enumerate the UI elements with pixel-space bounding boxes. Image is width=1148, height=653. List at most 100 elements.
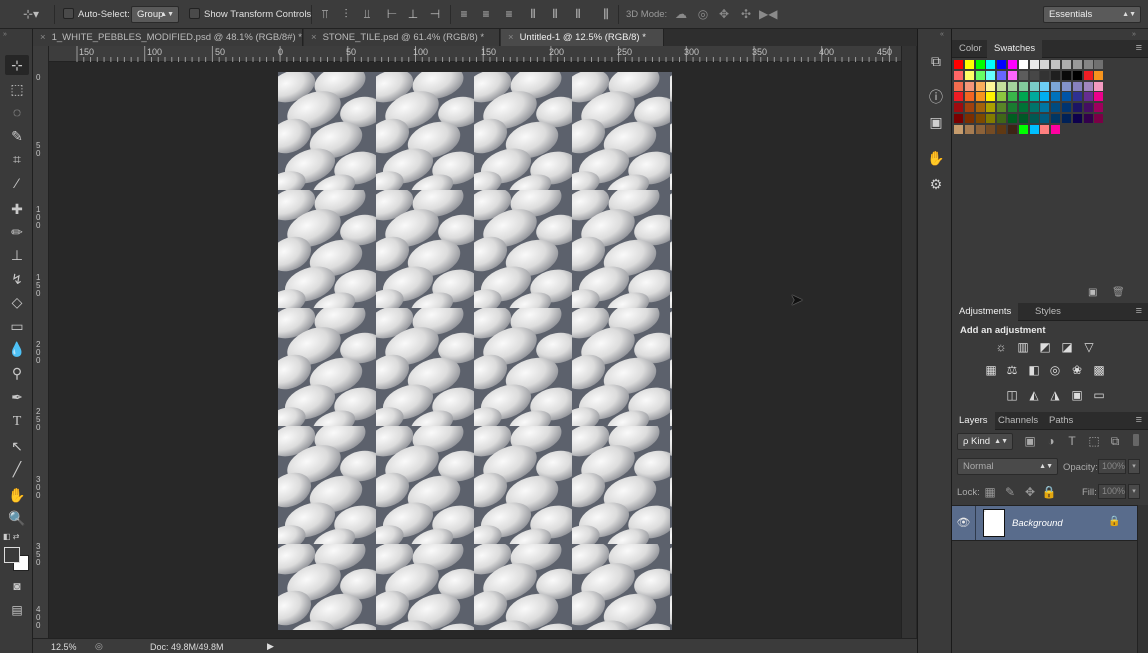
color-swatch[interactable] xyxy=(1029,81,1039,91)
color-swatch[interactable] xyxy=(1062,103,1071,113)
color-swatch[interactable] xyxy=(1072,103,1082,113)
color-swatch[interactable] xyxy=(1008,60,1017,69)
black-white-icon[interactable]: ◧ xyxy=(1026,363,1042,377)
show-transform-checkbox[interactable] xyxy=(189,8,200,19)
color-swatch[interactable] xyxy=(1008,103,1017,113)
color-swatch[interactable] xyxy=(1018,124,1028,134)
filter-shape-icon[interactable]: ⬚ xyxy=(1086,434,1102,448)
color-swatch[interactable] xyxy=(1051,92,1061,102)
zoom-level[interactable]: 12.5% xyxy=(51,642,77,652)
auto-select-dropdown[interactable]: Group ▲▼ xyxy=(131,6,179,23)
close-tab-icon[interactable]: × xyxy=(40,32,46,43)
color-balance-icon[interactable]: ⚖ xyxy=(1004,363,1020,377)
color-swatch[interactable] xyxy=(997,124,1007,134)
color-swatch[interactable] xyxy=(1018,70,1028,80)
align-top-icon[interactable]: ⫪ xyxy=(318,7,332,22)
tab-adjustments[interactable]: Adjustments xyxy=(952,303,1019,321)
clone-stamp-tool-icon[interactable]: ⊥ xyxy=(5,245,29,265)
tab-white-pebbles[interactable]: × 1_WHITE_PEBBLES_MODIFIED.psd @ 48.1% (R… xyxy=(33,29,303,46)
color-swatch[interactable] xyxy=(1094,81,1104,91)
color-swatch[interactable] xyxy=(1062,60,1071,69)
color-swatch[interactable] xyxy=(997,92,1007,102)
opacity-input[interactable]: 100% xyxy=(1098,459,1126,474)
color-swatch[interactable] xyxy=(954,70,963,80)
crop-tool-icon[interactable]: ⌗ xyxy=(5,149,29,169)
zoom-tool-icon[interactable]: 🔍 xyxy=(5,508,29,528)
color-swatch[interactable] xyxy=(964,70,974,80)
color-swatch[interactable] xyxy=(1072,60,1082,69)
color-swatch[interactable] xyxy=(1008,70,1017,80)
color-swatch[interactable] xyxy=(1094,60,1104,69)
color-swatch[interactable] xyxy=(997,103,1007,113)
3d-pan-icon[interactable]: ✥ xyxy=(716,7,732,22)
color-swatch[interactable] xyxy=(1094,103,1104,113)
color-swatch[interactable] xyxy=(1040,60,1050,69)
tab-styles[interactable]: Styles xyxy=(1028,303,1068,321)
align-bottom-icon[interactable]: ⫫ xyxy=(360,7,374,22)
color-swatch[interactable] xyxy=(1062,81,1071,91)
color-swatch[interactable] xyxy=(1094,92,1104,102)
opacity-slider-arrow-icon[interactable]: ▾ xyxy=(1128,459,1140,474)
collapse-panels-icon[interactable]: » xyxy=(1132,31,1136,38)
distribute-hcenter-icon[interactable]: ⦀ xyxy=(548,7,562,22)
history-panel-icon[interactable]: ⧉ xyxy=(926,52,946,70)
color-swatch[interactable] xyxy=(997,114,1007,123)
lock-all-icon[interactable]: 🔒 xyxy=(1041,485,1057,499)
default-colors-icon[interactable]: ◧ ⇄ xyxy=(3,532,19,541)
color-swatch[interactable] xyxy=(1029,103,1039,113)
fill-slider-arrow-icon[interactable]: ▾ xyxy=(1128,484,1140,499)
color-swatch[interactable] xyxy=(964,92,974,102)
pen-tool-icon[interactable]: ✒ xyxy=(5,387,29,407)
3d-orbit-icon[interactable]: ☁ xyxy=(673,7,689,22)
color-swatch[interactable] xyxy=(986,70,996,80)
color-swatch[interactable] xyxy=(964,60,974,69)
lock-transparent-icon[interactable]: ▦ xyxy=(982,485,998,499)
brush-presets-icon[interactable]: ⚙ xyxy=(926,175,946,193)
blur-tool-icon[interactable]: 💧 xyxy=(5,339,29,359)
color-swatch[interactable] xyxy=(1018,114,1028,123)
hue-saturation-icon[interactable]: ▦ xyxy=(983,363,999,377)
horizontal-ruler[interactable]: 150 100 50 0 50 100 150 200 250 300 350 … xyxy=(49,46,901,62)
color-swatch[interactable] xyxy=(1083,114,1093,123)
brush-tool-icon[interactable]: ✏ xyxy=(5,222,29,242)
distribute-vcenter-icon[interactable]: ≡ xyxy=(479,7,493,22)
filter-adjustment-icon[interactable]: ◑ xyxy=(1043,434,1059,448)
color-swatch[interactable] xyxy=(975,124,985,134)
panel-menu-icon[interactable]: ≡ xyxy=(1136,414,1142,426)
color-swatch[interactable] xyxy=(1083,70,1093,80)
color-swatch[interactable] xyxy=(1029,92,1039,102)
color-swatch[interactable] xyxy=(954,81,963,91)
color-swatch[interactable] xyxy=(954,60,963,69)
auto-align-icon[interactable]: ⫼ xyxy=(599,7,613,22)
align-vcenter-icon[interactable]: ⫶ xyxy=(339,7,353,22)
tab-stone-tile[interactable]: × STONE_TILE.psd @ 61.4% (RGB/8) * xyxy=(304,29,500,46)
color-swatch[interactable] xyxy=(1018,81,1028,91)
marquee-tool-icon[interactable]: ⬚ xyxy=(5,79,29,99)
color-swatch[interactable] xyxy=(1062,114,1071,123)
gradient-tool-icon[interactable]: ▭ xyxy=(5,316,29,336)
distribute-bottom-icon[interactable]: ≡ xyxy=(502,7,516,22)
color-swatch[interactable] xyxy=(1083,81,1093,91)
color-swatch[interactable] xyxy=(1040,103,1050,113)
color-swatch[interactable] xyxy=(954,92,963,102)
3d-slide-icon[interactable]: ✣ xyxy=(738,7,754,22)
eraser-tool-icon[interactable]: ◇ xyxy=(5,292,29,312)
color-swatch[interactable] xyxy=(964,114,974,123)
tab-layers[interactable]: Layers xyxy=(952,412,995,430)
color-swatch[interactable] xyxy=(1018,60,1028,69)
vertical-ruler[interactable]: 0 5 0 1 0 0 1 5 0 2 0 0 2 5 0 3 0 0 3 5 … xyxy=(33,46,49,638)
color-swatch[interactable] xyxy=(1083,60,1093,69)
color-swatch[interactable] xyxy=(986,103,996,113)
layer-name[interactable]: Background xyxy=(1012,518,1063,529)
color-swatch[interactable] xyxy=(1051,114,1061,123)
status-menu-arrow-icon[interactable]: ▶ xyxy=(267,641,274,652)
photo-filter-icon[interactable]: ◎ xyxy=(1047,363,1063,377)
workspace-dropdown[interactable]: Essentials ▲▼ xyxy=(1043,6,1141,23)
color-swatch[interactable] xyxy=(1040,114,1050,123)
color-swatch[interactable] xyxy=(1008,81,1017,91)
move-tool-preset-icon[interactable]: ⊹▾ xyxy=(18,7,44,22)
color-swatch[interactable] xyxy=(954,103,963,113)
healing-brush-tool-icon[interactable]: ✚ xyxy=(5,199,29,219)
color-swatch[interactable] xyxy=(954,114,963,123)
path-selection-tool-icon[interactable]: ↖ xyxy=(5,436,29,456)
